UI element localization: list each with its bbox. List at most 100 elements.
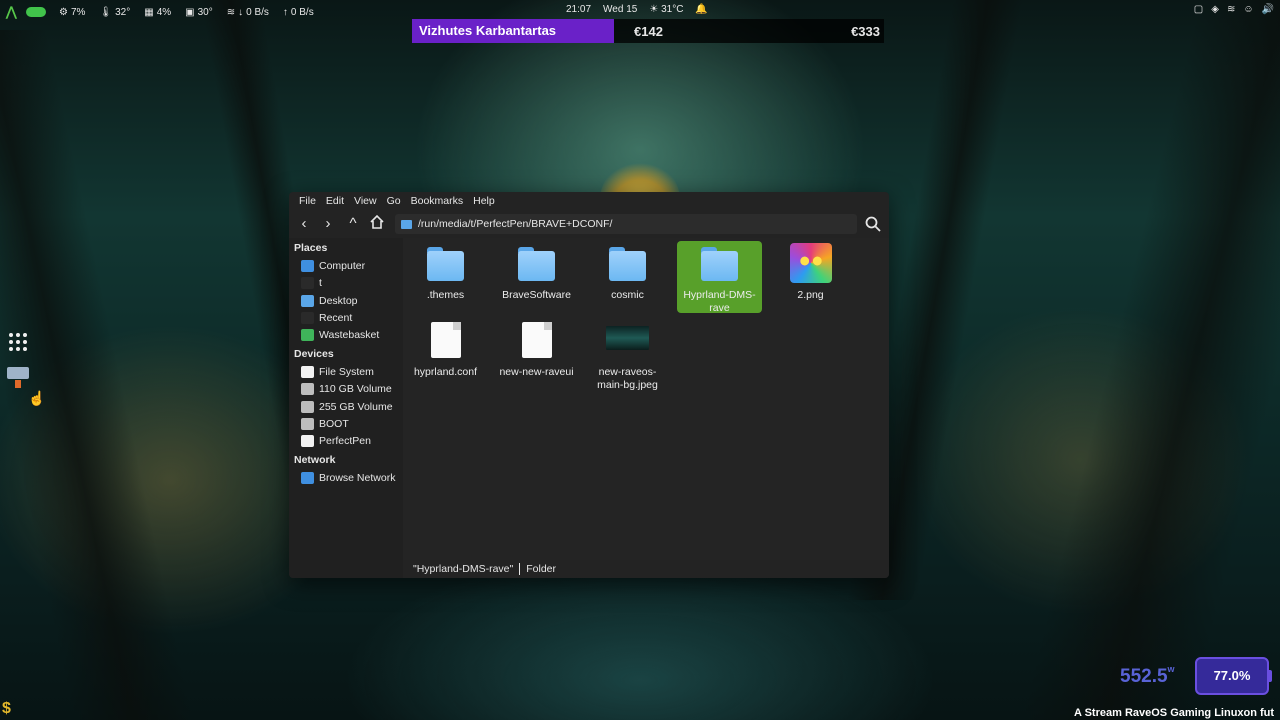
trash-icon [301, 329, 314, 341]
app-grid-icon[interactable] [9, 333, 27, 351]
cpu-usage[interactable]: ⚙ 7% [54, 4, 90, 20]
clipboard-icon[interactable]: ▢ [1194, 4, 1203, 15]
sidebar-item-boot[interactable]: BOOT [301, 416, 349, 432]
sidebar-item-perfectpen[interactable]: PerfectPen [301, 433, 371, 449]
power-readout: 552.5w [1120, 664, 1175, 687]
sidebar-item-home[interactable]: t [301, 275, 322, 291]
net-download[interactable]: ≋ ↓ 0 B/s [222, 4, 274, 20]
file-view: .themes BraveSoftware cosmic Hyprland-DM… [403, 238, 889, 560]
menu-help[interactable]: Help [468, 195, 500, 207]
thermometer-icon: 🌡 [99, 6, 113, 18]
wallpaper-tree [1020, 0, 1280, 720]
up-icon[interactable]: ^ [343, 214, 363, 234]
clock-time[interactable]: 21:07 [566, 4, 591, 15]
cpu-icon: ⚙ [59, 6, 68, 18]
ticker-price: €333 [851, 23, 880, 39]
text-file-icon [522, 322, 552, 358]
gpu-icon: ▣ [185, 6, 195, 18]
sidebar-item-recent[interactable]: Recent [301, 310, 352, 326]
menu-bookmarks[interactable]: Bookmarks [406, 195, 469, 207]
home-icon[interactable] [367, 214, 387, 234]
status-bar: "Hyprland-DMS-rave" Folder [403, 560, 889, 578]
back-icon[interactable]: ‹ [294, 214, 314, 234]
menu-file[interactable]: File [294, 195, 321, 207]
stock-ticker: Vizhutes Karbantartas €142 €333 [412, 19, 884, 43]
arrow-down-icon: ↓ [238, 6, 244, 18]
launcher-logo-icon[interactable]: ⋀ [6, 5, 18, 19]
drive-icon [301, 401, 314, 413]
file-manager-window: File Edit View Go Bookmarks Help ‹ › ^ /… [289, 192, 889, 578]
gpu-temp[interactable]: ▣ 30° [180, 4, 218, 20]
home-folder-icon [301, 277, 314, 289]
status-divider [519, 563, 521, 575]
drive-icon [301, 366, 314, 378]
folder-icon [609, 247, 646, 281]
file-item-hyprland-conf[interactable]: hyprland.conf [403, 318, 488, 390]
shield-icon[interactable]: ◈ [1211, 4, 1219, 15]
location-bar[interactable]: /run/media/t/PerfectPen/BRAVE+DCONF/ [395, 214, 857, 234]
sidebar: Places Computer t Desktop Recent Wasteba… [289, 238, 403, 578]
forward-icon[interactable]: › [318, 214, 338, 234]
sidebar-item-desktop[interactable]: Desktop [301, 293, 358, 309]
battery-pill-icon[interactable] [26, 7, 46, 17]
dollar-app-icon[interactable]: $ [2, 700, 11, 718]
sidebar-item-255gb-volume[interactable]: 255 GB Volume [301, 399, 393, 415]
search-icon[interactable] [863, 214, 883, 234]
desktop-icon [301, 295, 314, 307]
wifi-icon: ≋ [226, 6, 236, 18]
folder-icon [701, 247, 738, 281]
percent-gauge-cap [1268, 670, 1272, 682]
sidebar-item-wastebasket[interactable]: Wastebasket [301, 327, 379, 343]
user-icon[interactable]: ☺ [1243, 4, 1253, 15]
status-selection: "Hyprland-DMS-rave" [413, 563, 514, 575]
devices-heading: Devices [294, 348, 334, 360]
file-item-new-new-raveui[interactable]: new-new-raveui [494, 318, 579, 390]
memory-usage[interactable]: ▦ 4% [139, 4, 176, 20]
sidebar-item-110gb-volume[interactable]: 110 GB Volume [301, 381, 392, 397]
menu-view[interactable]: View [349, 195, 382, 207]
text-file-icon [431, 322, 461, 358]
hand-cursor-icon: ☝ [28, 390, 46, 406]
folder-icon [401, 219, 412, 229]
menu-bar: File Edit View Go Bookmarks Help [289, 192, 889, 210]
file-item-themes[interactable]: .themes [403, 241, 488, 313]
recent-icon [301, 312, 314, 324]
bell-icon[interactable]: 🔔 [695, 4, 707, 15]
drive-icon [301, 418, 314, 430]
sidebar-item-browse-network[interactable]: Browse Network [301, 470, 395, 486]
wifi-status-icon[interactable]: ≋ [1227, 4, 1235, 15]
weather[interactable]: ☀ 31°C [649, 4, 683, 15]
menu-edit[interactable]: Edit [321, 195, 349, 207]
ticker-name: Vizhutes Karbantartas [412, 19, 614, 43]
usb-drive-icon [301, 435, 314, 447]
places-heading: Places [294, 242, 328, 254]
dock-app-icon[interactable] [7, 367, 29, 389]
network-icon [301, 472, 314, 484]
file-item-new-raveos-main-bg[interactable]: new-raveos- main-bg.jpeg [585, 318, 670, 391]
menu-go[interactable]: Go [382, 195, 406, 207]
volume-icon[interactable]: 🔊 [1262, 4, 1274, 15]
file-item-2-png[interactable]: 2.png [768, 241, 853, 313]
network-heading: Network [294, 454, 336, 466]
ticker-price: €142 [634, 23, 663, 39]
folder-icon [518, 247, 555, 281]
sun-icon: ☀ [649, 4, 659, 15]
computer-icon [301, 260, 314, 272]
navigation-bar: ‹ › ^ /run/media/t/PerfectPen/BRAVE+DCON… [289, 212, 889, 236]
net-upload[interactable]: ↑ 0 B/s [278, 4, 319, 20]
memory-icon: ▦ [144, 6, 154, 18]
cpu-temp[interactable]: 🌡 32° [94, 4, 135, 20]
percent-gauge: 77.0% [1195, 657, 1269, 695]
file-item-bravesoftware[interactable]: BraveSoftware [494, 241, 579, 313]
sidebar-item-file-system[interactable]: File System [301, 364, 374, 380]
folder-icon [427, 247, 464, 281]
clock-date[interactable]: Wed 15 [603, 4, 637, 15]
image-thumbnail-icon [790, 243, 832, 283]
sidebar-item-computer[interactable]: Computer [301, 258, 365, 274]
file-item-hyprland-dms-rave[interactable]: Hyprland-DMS- rave [677, 241, 762, 314]
status-kind: Folder [526, 563, 556, 575]
location-path: /run/media/t/PerfectPen/BRAVE+DCONF/ [418, 218, 613, 230]
stream-marquee: A Stream RaveOS Gaming Linuxon fut [1074, 707, 1275, 719]
arrow-up-icon: ↑ [282, 6, 288, 18]
file-item-cosmic[interactable]: cosmic [585, 241, 670, 313]
